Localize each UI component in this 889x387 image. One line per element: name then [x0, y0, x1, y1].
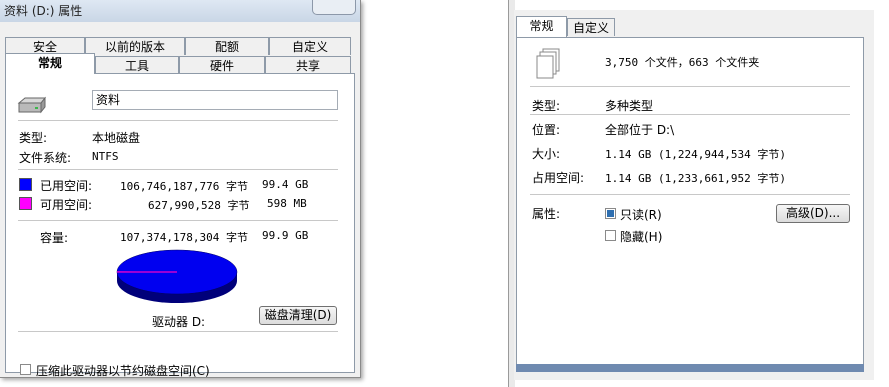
free-space-size: 598 MB: [267, 197, 307, 210]
hidden-checkbox[interactable]: [605, 230, 616, 241]
taskbar-strip: [516, 364, 864, 372]
compress-checkbox-label: 压缩此驱动器以节约磁盘空间(C): [36, 364, 210, 378]
hidden-label: 隐藏(H): [620, 230, 663, 244]
divider: [18, 331, 338, 332]
filesystem-value: NTFS: [92, 150, 119, 163]
used-space-label: 已用空间:: [40, 179, 93, 193]
file-count-summary: 3,750 个文件，663 个文件夹: [605, 56, 760, 69]
advanced-button[interactable]: 高级(D)...: [776, 204, 850, 223]
tab-customize[interactable]: 自定义: [567, 18, 615, 36]
tab-tools[interactable]: 工具: [95, 56, 179, 74]
tab-hardware[interactable]: 硬件: [179, 56, 265, 74]
attributes-label: 属性:: [532, 207, 561, 221]
disk-usage-pie: [116, 249, 238, 303]
disk-size-label: 占用空间:: [532, 171, 585, 185]
location-label: 位置:: [532, 123, 561, 137]
used-space-bytes: 106,746,187,776 字节: [120, 180, 248, 193]
tab-general[interactable]: 常规: [5, 53, 95, 74]
indeterminate-mark: [607, 210, 614, 217]
type-value: 多种类型: [605, 99, 654, 113]
readonly-label: 只读(R): [620, 208, 662, 222]
type-label: 类型:: [532, 99, 561, 113]
tab-general[interactable]: 常规: [516, 16, 567, 37]
tab-customize[interactable]: 自定义: [269, 37, 351, 55]
divider: [530, 114, 850, 115]
title-bar: 资料 (D:) 属性: [0, 0, 360, 22]
disk-size-value: 1.14 GB (1,233,661,952 字节): [605, 172, 786, 185]
filesystem-label: 文件系统:: [19, 151, 72, 165]
tab-quota[interactable]: 配额: [185, 37, 269, 55]
divider: [18, 220, 338, 221]
drive-icon: [17, 96, 47, 114]
window-title: 资料 (D:) 属性: [4, 4, 83, 18]
divider: [18, 169, 338, 170]
capacity-bytes: 107,374,178,304 字节: [120, 231, 248, 244]
drive-name-input[interactable]: 资料: [92, 90, 338, 110]
size-label: 大小:: [532, 147, 561, 161]
tab-previous-versions[interactable]: 以前的版本: [85, 37, 185, 55]
capacity-label: 容量:: [40, 231, 69, 245]
divider: [530, 86, 850, 87]
type-label: 类型:: [19, 131, 48, 145]
readonly-checkbox[interactable]: [605, 208, 616, 219]
tab-sharing[interactable]: 共享: [265, 56, 351, 74]
divider: [530, 194, 850, 195]
compress-checkbox[interactable]: [20, 364, 31, 375]
used-space-size: 99.4 GB: [262, 178, 309, 191]
used-space-swatch: [19, 178, 32, 191]
divider: [18, 120, 338, 121]
location-value: 全部位于 D:\: [605, 123, 675, 137]
capacity-size: 99.9 GB: [262, 229, 309, 242]
free-space-swatch: [19, 197, 32, 210]
disk-cleanup-button[interactable]: 磁盘清理(D): [259, 306, 337, 325]
free-space-bytes: 627,990,528 字节: [148, 199, 250, 212]
size-value: 1.14 GB (1,224,944,534 字节): [605, 148, 786, 161]
type-value: 本地磁盘: [92, 131, 141, 145]
close-button[interactable]: [312, 0, 356, 15]
free-space-label: 可用空间:: [40, 198, 93, 212]
drive-letter-label: 驱动器 D:: [152, 315, 206, 329]
multiple-files-icon: [536, 48, 560, 79]
